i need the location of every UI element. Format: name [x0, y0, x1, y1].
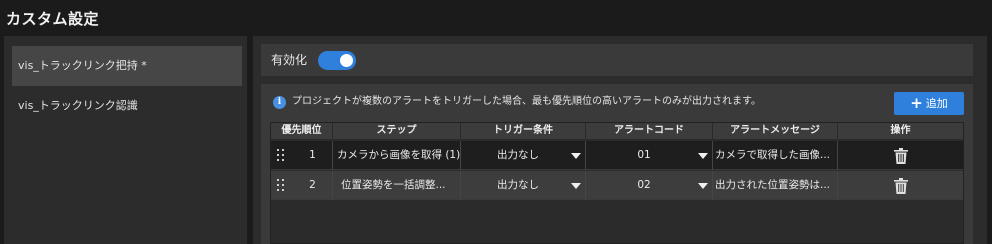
sidebar-item-recognition[interactable]: vis_トラックリンク認識: [12, 86, 242, 126]
column-header-priority: 優先順位: [271, 123, 333, 139]
sidebar-item-grasp[interactable]: vis_トラックリンク把持 *: [12, 46, 242, 86]
actions-cell: [838, 141, 963, 170]
enable-toggle[interactable]: [318, 51, 356, 70]
column-header-actions: 操作: [890, 125, 911, 136]
column-header-code: アラートコード: [586, 123, 713, 139]
chevron-down-icon: [571, 153, 581, 159]
code-select[interactable]: 01: [586, 141, 713, 170]
add-button[interactable]: + 追加: [894, 92, 964, 115]
step-cell: 位置姿勢を一括調整...: [333, 171, 461, 200]
code-select-value: 01: [637, 149, 651, 161]
column-header-step: ステップ: [333, 123, 461, 139]
add-button-label: 追加: [925, 97, 948, 110]
main-content: 有効化 i プロジェクトが複数のアラートをトリガーした場合、最も優先順位の高いア…: [253, 36, 987, 244]
trash-icon[interactable]: [893, 148, 908, 164]
table-row: 1 カメラから画像を取得 (1) 出力なし 01 カメラで取得した画像...: [271, 141, 963, 170]
chevron-down-icon: [698, 183, 708, 189]
message-cell[interactable]: 出力された位置姿勢は...: [713, 171, 838, 200]
info-text: プロジェクトが複数のアラートをトリガーした場合、最も優先順位の高いアラートのみが…: [292, 96, 761, 107]
actions-cell: [838, 171, 963, 200]
code-select[interactable]: 02: [586, 171, 713, 200]
step-cell: カメラから画像を取得 (1): [333, 141, 461, 170]
message-cell[interactable]: カメラで取得した画像...: [713, 141, 838, 170]
chevron-down-icon: [698, 153, 708, 159]
trash-icon[interactable]: [893, 178, 908, 194]
alert-table: 優先順位 ステップ トリガー条件 アラートコード アラートメッセージ 操作 1 …: [270, 122, 964, 244]
table-header: 優先順位 ステップ トリガー条件 アラートコード アラートメッセージ 操作: [271, 123, 963, 139]
enable-label: 有効化: [271, 53, 308, 67]
alert-panel: i プロジェクトが複数のアラートをトリガーした場合、最も優先順位の高いアラートの…: [261, 84, 973, 244]
sidebar: vis_トラックリンク把持 * vis_トラックリンク認識: [4, 36, 247, 244]
trigger-select-value: 出力なし: [497, 149, 539, 161]
column-header-message: アラートメッセージ: [713, 123, 838, 139]
chevron-down-icon: [571, 183, 581, 189]
code-select-value: 02: [637, 179, 651, 191]
enable-bar: 有効化: [261, 44, 973, 76]
trigger-select[interactable]: 出力なし: [461, 171, 586, 200]
page-title: カスタム設定: [6, 10, 100, 28]
table-row: 2 位置姿勢を一括調整... 出力なし 02 出力された位置姿勢は...: [271, 171, 963, 200]
trigger-select-value: 出力なし: [497, 179, 539, 191]
plus-icon: +: [910, 94, 923, 112]
column-header-trigger: トリガー条件: [461, 123, 586, 139]
priority-cell: 2: [271, 171, 333, 200]
toggle-knob: [340, 54, 353, 67]
priority-cell: 1: [271, 141, 333, 170]
trigger-select[interactable]: 出力なし: [461, 141, 586, 170]
info-icon: i: [273, 96, 286, 109]
